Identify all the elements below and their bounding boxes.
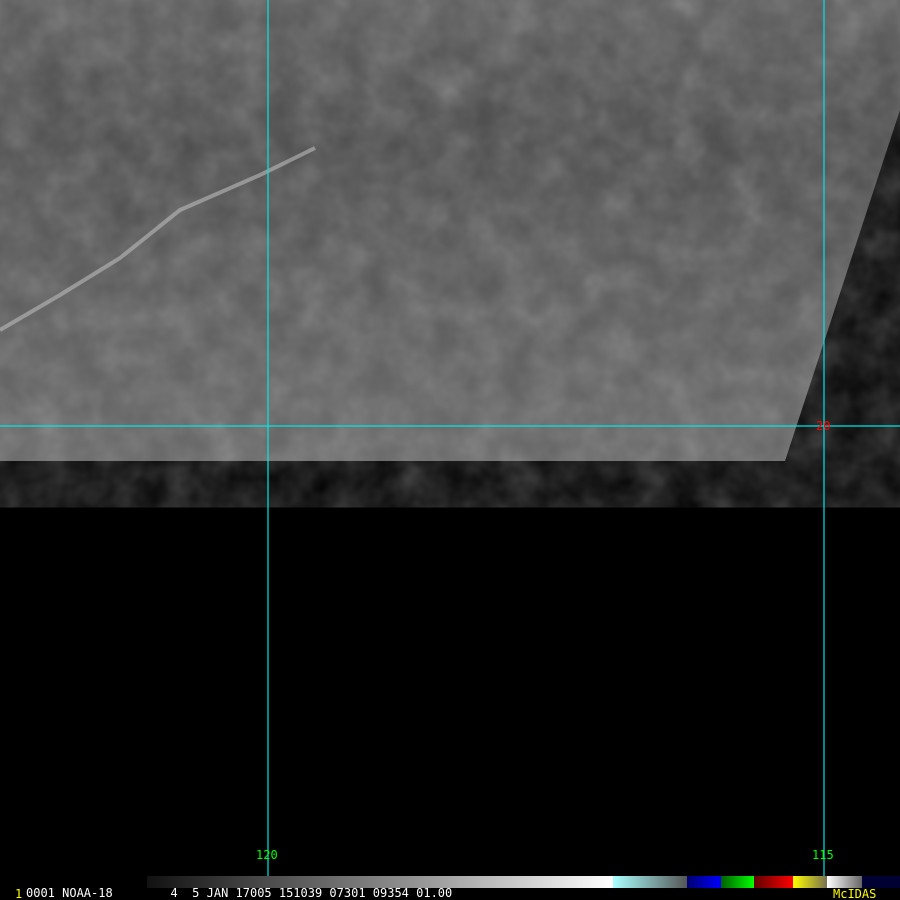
satellite-image (0, 0, 900, 886)
colorbar-cyan (613, 876, 687, 888)
image-caption: 0001 NOAA-18 4 5 JAN 17005 151039 07301 … (26, 886, 453, 900)
colorbar-green (721, 876, 754, 888)
colorbar-yellow (793, 876, 827, 888)
lon-label-120: 120 (256, 848, 278, 862)
mcidas-label: McIDAS (833, 887, 877, 900)
colorbar-red (754, 876, 793, 888)
satellite-image-viewer: 120 115 20 1 0001 NOAA-18 4 5 JAN 17005 … (0, 0, 900, 900)
lat-label-20: 20 (816, 419, 831, 433)
colorbar-blue (687, 876, 721, 888)
frame-number: 1 (15, 887, 23, 900)
lon-label-115: 115 (812, 848, 834, 862)
